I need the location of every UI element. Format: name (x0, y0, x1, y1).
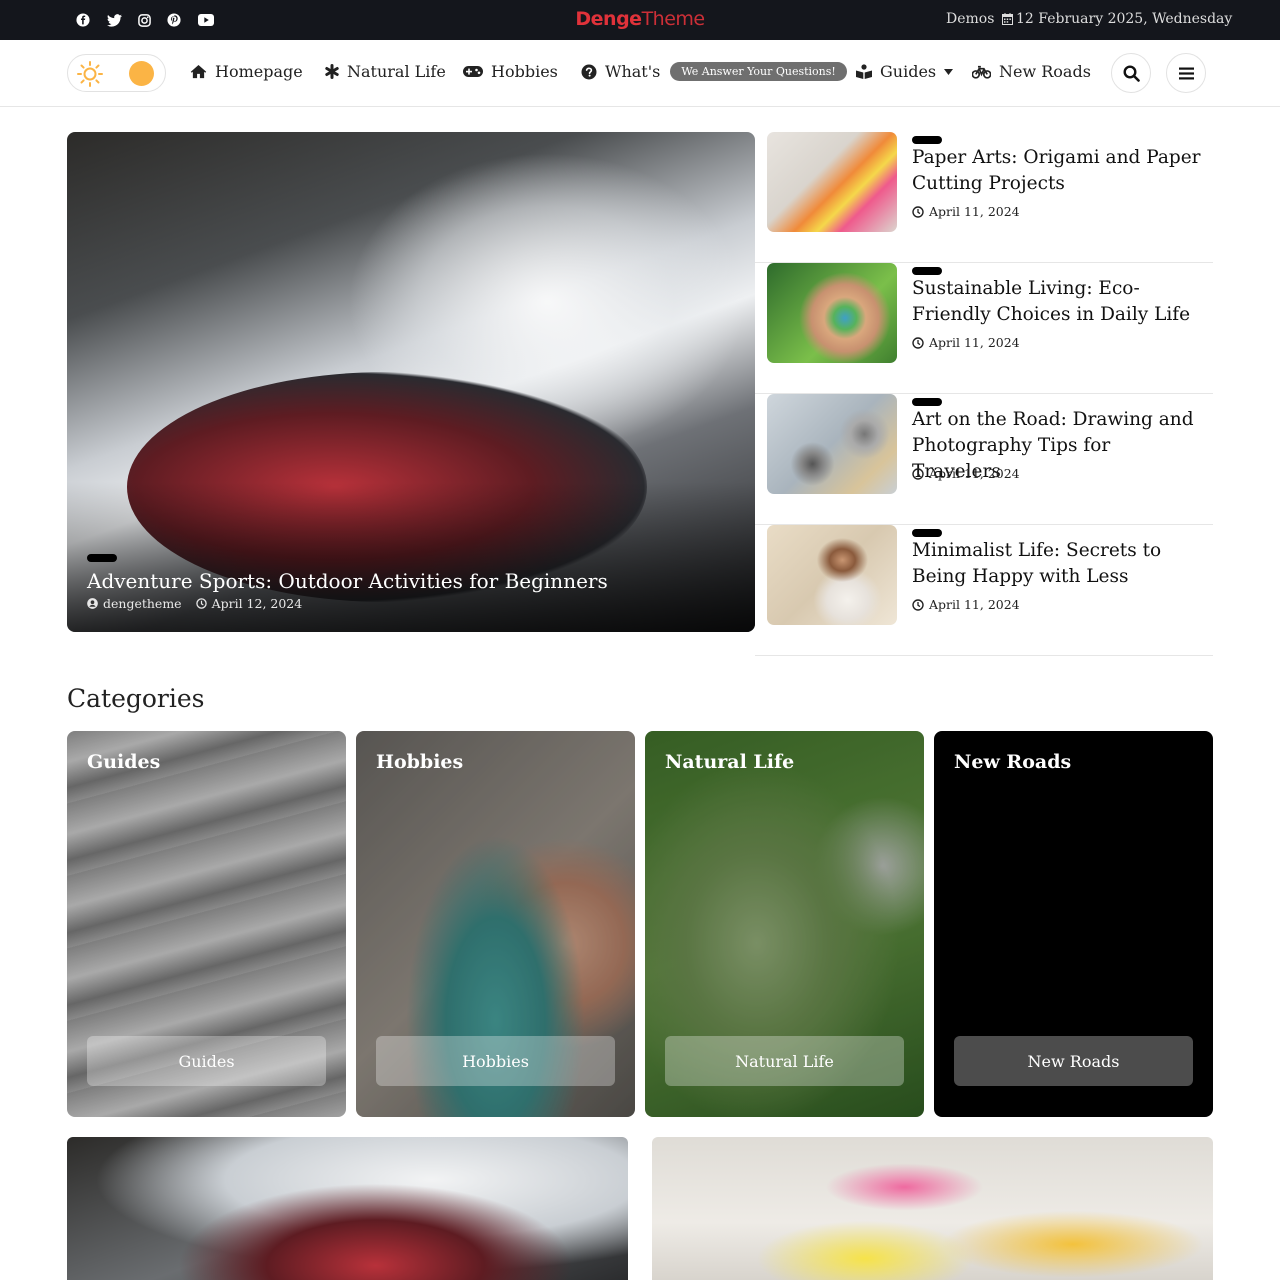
nav-natural-life-label: Natural Life (347, 62, 446, 81)
post-title[interactable]: Sustainable Living: Eco-Friendly Choices… (912, 276, 1202, 328)
nav-homepage-label: Homepage (215, 62, 303, 81)
hero-post[interactable]: Adventure Sports: Outdoor Activities for… (67, 132, 755, 632)
category-name[interactable]: New Roads (954, 751, 1071, 773)
category-name[interactable]: Natural Life (665, 751, 794, 773)
clock-icon (912, 336, 924, 349)
post-meta: April 11, 2024 (912, 335, 1020, 350)
post-meta: April 11, 2024 (912, 466, 1020, 481)
nav-guides-label: Guides (880, 62, 937, 81)
post-thumbnail[interactable] (767, 132, 897, 232)
category-button[interactable]: Natural Life (665, 1036, 904, 1086)
post-thumbnail[interactable] (767, 263, 897, 363)
post-category-badge[interactable] (912, 398, 942, 406)
post-date: April 11, 2024 (929, 335, 1020, 350)
hero-meta: dengetheme April 12, 2024 (87, 596, 302, 611)
asterisk-icon (325, 64, 339, 79)
category-button[interactable]: Hobbies (376, 1036, 615, 1086)
post-date: April 11, 2024 (929, 466, 1020, 481)
post-card-image[interactable] (652, 1137, 1213, 1280)
top-bar: DengeTheme Demos 12 February 2025, Wedne… (0, 0, 1280, 40)
post-category-badge[interactable] (912, 136, 942, 144)
post-thumbnail[interactable] (767, 525, 897, 625)
logo-part-1: Denge (575, 8, 642, 30)
category-card-new-roads[interactable]: New Roads New Roads (934, 731, 1213, 1117)
category-card-hobbies[interactable]: Hobbies Hobbies (356, 731, 635, 1117)
nav-hobbies-label: Hobbies (491, 62, 558, 81)
post-title[interactable]: Paper Arts: Origami and Paper Cutting Pr… (912, 145, 1202, 197)
nav-guides[interactable]: Guides (856, 62, 954, 81)
hamburger-icon (1178, 67, 1194, 79)
category-card-guides[interactable]: Guides Guides (67, 731, 346, 1117)
caret-down-icon (944, 68, 954, 75)
nav-hobbies[interactable]: Hobbies (463, 62, 558, 81)
post-title[interactable]: Minimalist Life: Secrets to Being Happy … (912, 538, 1202, 590)
nav-whats[interactable]: What's We Answer Your Questions! (581, 62, 847, 81)
side-post[interactable]: Sustainable Living: Eco-Friendly Choices… (755, 263, 1213, 394)
category-button[interactable]: New Roads (954, 1036, 1193, 1086)
header-date: 12 February 2025, Wednesday (1002, 11, 1232, 27)
post-category-badge[interactable] (912, 267, 942, 275)
hero-category-badge[interactable] (87, 554, 117, 562)
calendar-icon (1002, 13, 1013, 25)
main-nav: Homepage Natural Life Hobbies What's We … (0, 40, 1280, 107)
question-icon (581, 64, 597, 79)
category-name[interactable]: Hobbies (376, 751, 463, 773)
nav-new-roads[interactable]: New Roads (972, 62, 1091, 81)
category-card-natural-life[interactable]: Natural Life Natural Life (645, 731, 924, 1117)
date-text: 12 February 2025, Wednesday (1016, 11, 1233, 27)
demos-link[interactable]: Demos (946, 11, 994, 27)
post-date: April 11, 2024 (929, 597, 1020, 612)
clock-icon (912, 467, 924, 480)
questions-pill: We Answer Your Questions! (670, 62, 847, 81)
theme-toggle[interactable] (67, 54, 166, 92)
nav-new-roads-label: New Roads (999, 62, 1091, 81)
search-button[interactable] (1111, 53, 1151, 93)
category-button[interactable]: Guides (87, 1036, 326, 1086)
nav-whats-label: What's (605, 62, 661, 81)
book-reader-icon (856, 64, 872, 79)
logo-part-2: Theme (641, 8, 706, 30)
side-post[interactable]: Art on the Road: Drawing and Photography… (755, 394, 1213, 525)
side-post[interactable]: Paper Arts: Origami and Paper Cutting Pr… (755, 132, 1213, 263)
nav-natural-life[interactable]: Natural Life (325, 62, 446, 81)
clock-icon (912, 598, 924, 611)
clock-icon (195, 598, 207, 609)
gamepad-icon (463, 66, 483, 77)
clock-icon (912, 205, 924, 218)
side-post[interactable]: Minimalist Life: Secrets to Being Happy … (755, 525, 1213, 656)
post-category-badge[interactable] (912, 529, 942, 537)
post-meta: April 11, 2024 (912, 597, 1020, 612)
hero-date: April 12, 2024 (211, 596, 303, 611)
category-name[interactable]: Guides (87, 751, 160, 773)
menu-button[interactable] (1166, 53, 1206, 93)
bicycle-icon (972, 65, 991, 79)
sun-icon (77, 61, 103, 87)
categories-heading: Categories (67, 684, 205, 713)
user-icon (87, 598, 98, 609)
toggle-knob (129, 61, 154, 86)
post-date: April 11, 2024 (929, 204, 1020, 219)
hero-title[interactable]: Adventure Sports: Outdoor Activities for… (87, 569, 608, 593)
search-icon (1122, 64, 1140, 82)
post-thumbnail[interactable] (767, 394, 897, 494)
post-meta: April 11, 2024 (912, 204, 1020, 219)
home-icon (190, 64, 207, 79)
nav-homepage[interactable]: Homepage (190, 62, 303, 81)
hero-author[interactable]: dengetheme (103, 596, 182, 611)
post-card-image[interactable] (67, 1137, 628, 1280)
